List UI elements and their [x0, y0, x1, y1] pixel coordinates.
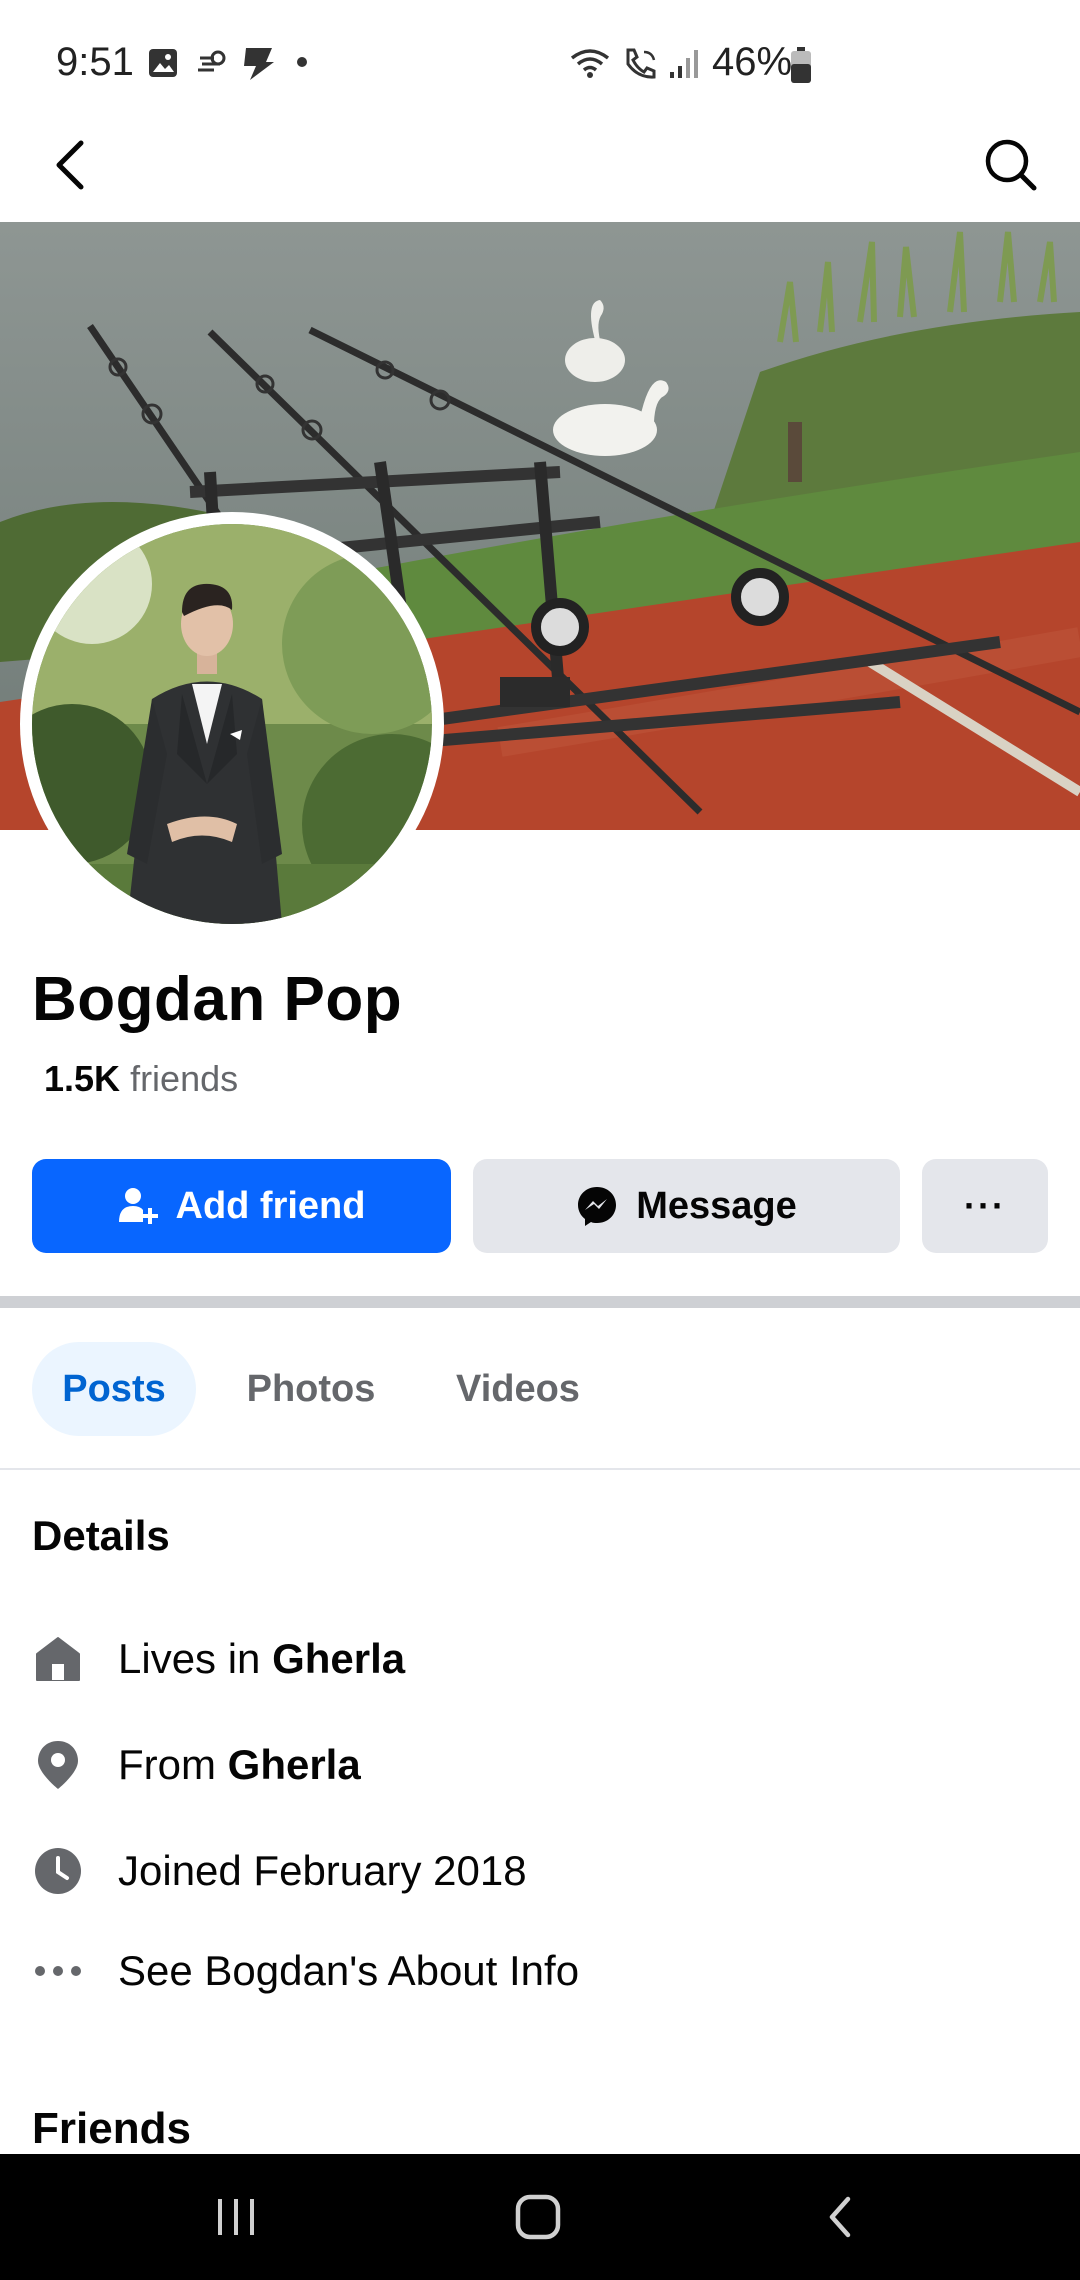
system-back-icon [829, 2196, 851, 2238]
status-bar: 9:51 46% [0, 0, 1080, 130]
search-icon [985, 139, 1037, 191]
tabs-divider [0, 1468, 1080, 1470]
detail-from-city: Gherla [227, 1741, 361, 1788]
add-friend-button[interactable]: Add friend [32, 1159, 451, 1253]
tab-photos[interactable]: Photos [226, 1342, 396, 1436]
home-button[interactable] [478, 2154, 598, 2280]
profile-avatar[interactable] [20, 512, 444, 936]
wifi-icon [570, 49, 610, 78]
back-button[interactable] [36, 130, 106, 200]
gallery-icon [149, 49, 177, 77]
battery-percent: 46% [712, 40, 793, 84]
details-title: Details [32, 1512, 170, 1559]
friends-count[interactable]: 1.5K friends [44, 1058, 238, 1100]
add-friend-label: Add friend [175, 1184, 366, 1227]
back-arrow-icon [56, 140, 84, 190]
search-button[interactable] [976, 130, 1046, 200]
detail-lives-prefix: Lives in [118, 1635, 273, 1682]
system-nav-bar [0, 2154, 1080, 2280]
app-icon [244, 48, 274, 80]
home-nav-icon [515, 2194, 561, 2240]
friends-section-title: Friends [32, 2104, 191, 2153]
weather-icon [198, 50, 226, 72]
detail-joined: Joined February 2018 [32, 1836, 1032, 1906]
message-label: Message [636, 1184, 797, 1227]
profile-name: Bogdan Pop [32, 965, 403, 1034]
signal-icon [670, 50, 698, 78]
tab-videos[interactable]: Videos [428, 1342, 608, 1436]
message-button[interactable]: Message [473, 1159, 900, 1253]
ellipsis-icon [35, 1966, 81, 1976]
detail-from-prefix: From [118, 1741, 228, 1788]
profile-photo-image [32, 524, 432, 924]
see-about-info-label: See Bogdan's About Info [118, 1947, 580, 1994]
tab-posts[interactable]: Posts [32, 1342, 196, 1436]
wifi-calling-icon [626, 48, 656, 79]
more-options-button[interactable]: ··· [922, 1159, 1048, 1253]
detail-joined-text: Joined February 2018 [118, 1847, 527, 1894]
battery-icon [791, 47, 811, 83]
add-friend-icon [118, 1188, 158, 1224]
home-icon [36, 1637, 80, 1681]
recent-apps-button[interactable] [176, 2154, 296, 2280]
detail-from: From Gherla [32, 1730, 1032, 1800]
more-options-label: ··· [964, 1185, 1006, 1226]
friends-count-number: 1.5K [44, 1058, 121, 1099]
messenger-icon [578, 1187, 617, 1226]
recent-apps-icon [218, 2199, 254, 2235]
status-time: 9:51 [56, 40, 134, 84]
dot-icon [297, 57, 307, 67]
see-about-info[interactable]: See Bogdan's About Info [32, 1936, 1032, 2006]
detail-lives-in: Lives in Gherla [32, 1624, 1032, 1694]
location-pin-icon [38, 1741, 78, 1789]
detail-lives-city: Gherla [272, 1635, 406, 1682]
section-divider [0, 1296, 1080, 1308]
system-back-button[interactable] [780, 2154, 900, 2280]
clock-icon [35, 1848, 81, 1894]
friends-count-label: friends [130, 1058, 239, 1099]
